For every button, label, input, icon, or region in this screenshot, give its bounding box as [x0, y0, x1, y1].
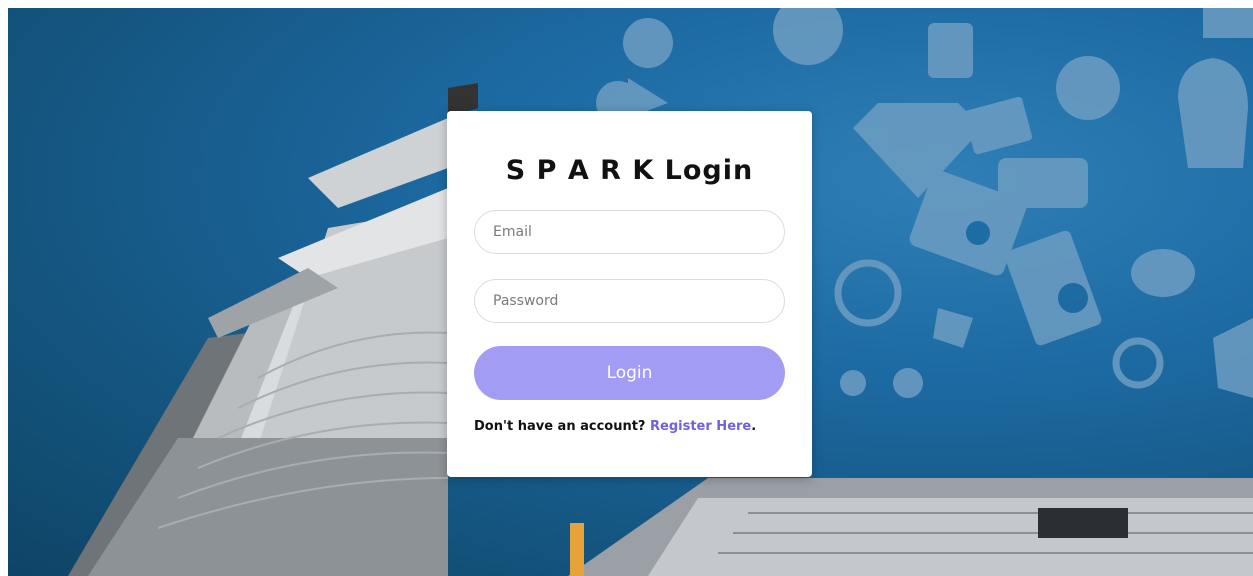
login-title: S P A R K Login: [505, 155, 754, 186]
email-input[interactable]: [474, 210, 785, 254]
book-pages: [68, 118, 449, 576]
laptop-trackpad: [1038, 508, 1128, 538]
register-link[interactable]: Register Here: [650, 419, 751, 434]
laptop-keyboard: [648, 498, 1253, 576]
password-input[interactable]: [474, 279, 785, 323]
page-background: S P A R K Login Login Don't have an acco…: [8, 8, 1253, 576]
bookmark-ribbon: [570, 523, 584, 576]
login-card: S P A R K Login Login Don't have an acco…: [447, 111, 812, 477]
register-suffix: .: [751, 419, 757, 434]
login-button[interactable]: Login: [474, 346, 785, 400]
register-prompt-text: Don't have an account?: [474, 419, 646, 434]
register-prompt-line: Don't have an account? Register Here.: [474, 419, 785, 434]
